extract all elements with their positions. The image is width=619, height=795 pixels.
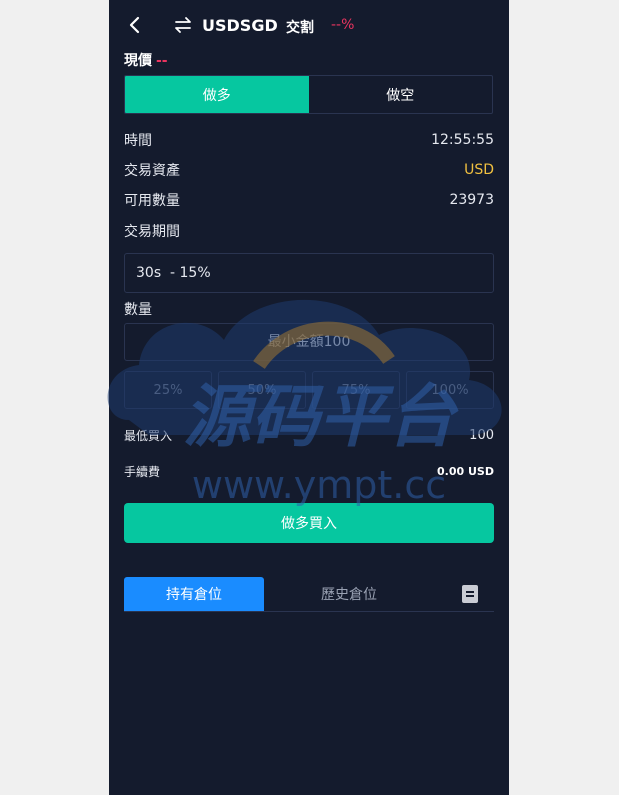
price-label: 現價 <box>124 53 152 69</box>
change-percent: --% <box>331 17 355 33</box>
time-label: 時間 <box>124 133 152 149</box>
time-row: 時間 12:55:55 <box>124 130 494 150</box>
amount-input[interactable] <box>124 323 494 361</box>
period-label: 交易期間 <box>124 224 180 240</box>
percent-50-button[interactable]: 50% <box>218 371 306 409</box>
header-bar: USDSGD 交割 --% <box>109 0 509 50</box>
asset-value: USD <box>464 162 494 178</box>
tab-long[interactable]: 做多 <box>125 76 309 113</box>
available-value: 23973 <box>449 192 494 208</box>
amount-label: 數量 <box>124 302 152 318</box>
current-price: 現價 -- <box>124 50 168 70</box>
price-value: -- <box>156 53 168 69</box>
percent-25-button[interactable]: 25% <box>124 371 212 409</box>
direction-tabs: 做多 做空 <box>124 75 493 114</box>
tab-short[interactable]: 做空 <box>309 76 493 113</box>
trade-type-label: 交割 <box>286 20 314 36</box>
position-tabs: 持有倉位 歷史倉位 <box>124 577 494 612</box>
back-arrow-icon[interactable] <box>127 14 143 36</box>
swap-icon[interactable] <box>173 15 193 35</box>
period-select[interactable]: 30s - 15% <box>124 253 494 293</box>
tab-holding-positions[interactable]: 持有倉位 <box>124 577 264 611</box>
min-buy-row: 最低買入 100 <box>124 426 494 444</box>
percent-options: 25% 50% 75% 100% <box>124 371 494 409</box>
fee-value: 0.00 USD <box>437 464 494 478</box>
percent-100-button[interactable]: 100% <box>406 371 494 409</box>
period-value: 30s - 15% <box>136 265 211 281</box>
tab-history-positions[interactable]: 歷史倉位 <box>264 577 434 611</box>
fee-label: 手續費 <box>124 464 161 479</box>
phone-screen: USDSGD 交割 --% 現價 -- 做多 做空 時間 12:55:55 交易資… <box>107 0 509 795</box>
symbol-title: USDSGD <box>202 16 278 35</box>
time-value: 12:55:55 <box>431 132 494 148</box>
percent-75-button[interactable]: 75% <box>312 371 400 409</box>
available-row: 可用數量 23973 <box>124 190 494 210</box>
asset-label: 交易資產 <box>124 163 180 179</box>
min-buy-value: 100 <box>469 427 494 443</box>
list-icon[interactable] <box>462 585 478 603</box>
available-label: 可用數量 <box>124 193 180 209</box>
buy-long-button[interactable]: 做多買入 <box>124 503 494 543</box>
asset-row: 交易資產 USD <box>124 160 494 180</box>
fee-row: 手續費 0.00 USD <box>124 462 494 480</box>
min-buy-label: 最低買入 <box>124 428 173 443</box>
